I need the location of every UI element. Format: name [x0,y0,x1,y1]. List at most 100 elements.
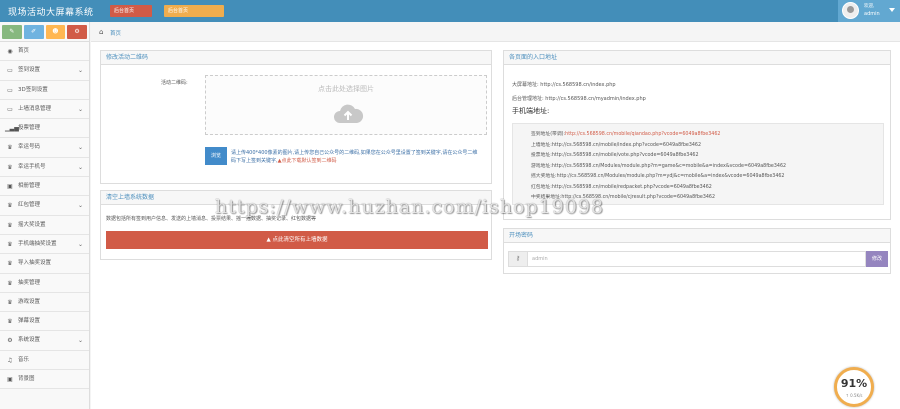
sidebar-item-label: 首页 [18,48,30,54]
mobile-address-label: 投票地址: [531,153,552,158]
signal-icon[interactable]: ✎ [2,25,22,39]
sidebar-item[interactable]: ♛ 手机端抽奖设置 ⌄ [0,234,89,255]
sidebar-item[interactable]: ▣ 相册管理 [0,177,89,197]
mobile-address-label: 红包地址: [531,184,552,190]
cogs-icon[interactable]: ⚙ [67,25,87,39]
screen-address: 大屏幕地址: http://cs.568598.cn/index.php [512,81,616,88]
sidebar-item[interactable]: ♛ 红包管理 ⌄ [0,196,89,216]
sidebar-item[interactable]: ♛ 幸运手机号 ⌄ [0,157,89,178]
mobile-address-label: 摇大奖地址: [531,174,557,179]
music-icon: ♫ [7,356,13,364]
sidebar-item-label: 手机端抽奖设置 [18,240,57,247]
chevron-down-icon: ⌄ [77,163,83,171]
qr-field-label: 活动二维码: [161,80,188,86]
user-name: admin [864,11,880,17]
sidebar-item-label: 3D签到设置 [18,86,48,93]
secondary-quick-button[interactable]: 后台首页 [164,5,224,17]
sidebar-item[interactable]: ♛ 抽奖管理 [0,273,89,293]
screen-address-url[interactable]: http://cs.568598.cn/index.php [540,82,615,88]
trophy-icon: ♛ [7,202,13,210]
sidebar-item[interactable]: ♛ 摇大奖设置 [0,215,89,235]
qr-code-panel: 修改活动二维码 活动二维码: 点击此处选择图片 浏览 请上传400*400像素的… [100,50,492,184]
chevron-down-icon: ⌄ [77,144,83,152]
password-panel-title: 开场密码 [504,229,890,243]
mobile-address-url[interactable]: http://cs.568598.cn/Modules/module.php?m… [552,164,786,169]
sidebar-item[interactable]: ♛ 幸运号码 ⌄ [0,138,89,158]
sidebar-item[interactable]: ▭ 3D签到设置 [0,80,89,100]
sidebar-item[interactable]: ♛ 弹幕设置 [0,312,89,332]
mobile-address-list: 签到地址(带调):http://cs.568598.cn/mobile/qian… [512,123,884,205]
trophy-icon: ♛ [7,298,13,306]
sidebar-item-label: 导入抽奖设置 [18,260,52,267]
mobile-address-url[interactable]: http://cs.568598.cn/Modules/module.php?m… [557,174,785,179]
user-menu[interactable]: 欢迎, admin [838,0,900,22]
sidebar-item-label: 幸运手机号 [18,163,46,170]
trophy-icon: ♛ [7,163,13,171]
sidebar-item-label: 幸运号码 [18,144,41,151]
sidebar-item[interactable]: ▁▃▅ 投票管理 [0,119,89,139]
chevron-down-icon: ⌄ [77,202,83,210]
mobile-address-url[interactable]: http://cs.568598.cn/mobile/vote.php?vcod… [552,153,699,158]
home-quick-button[interactable]: 后台首页 [110,5,152,17]
screen-address-label: 大屏幕地址: [512,82,539,88]
qr-panel-title: 修改活动二维码 [101,51,491,65]
mobile-address-url[interactable]: http://cs.568598.cn/mobile/qiandao.php?v… [565,132,720,137]
sidebar-item-label: 相册管理 [18,183,41,190]
address-panel-title: 各页面的入口地址 [504,51,890,65]
upload-hint: 请上传400*400像素的图片,请上传您自己公众号的二维码,如果您在公众号里设置… [231,149,481,165]
mobile-address-row: 红包地址:http://cs.568598.cn/mobile/redpacke… [531,183,712,190]
mobile-address-row: 投票地址:http://cs.568598.cn/mobile/vote.php… [531,151,699,158]
sidebar-item-label: 弹幕设置 [18,318,41,325]
mobile-address-url[interactable]: http://cs.568598.cn/mobile/redpacket.php… [552,185,712,190]
sidebar-item-label: 摇大奖设置 [18,221,46,228]
mobile-address-row: 游戏地址:http://cs.568598.cn/Modules/module.… [531,162,786,169]
picture-icon: ▣ [7,376,13,384]
key-icon: ⚷ [508,251,528,267]
sidebar-item[interactable]: ♛ 游戏设置 [0,292,89,313]
speed-rate: ↑ 0.5K/s [845,393,863,398]
trophy-icon: ♛ [7,318,13,326]
pencil-icon[interactable]: ✐ [23,25,44,39]
chevron-down-icon: ⌄ [77,337,83,345]
mobile-address-label: 游戏地址: [531,163,552,169]
sidebar-nav: ◉ 首页 ▭ 签到设置 ⌄ ▭ 3D签到设置 ▭ 上墙消息管理 ⌄ ▁▃▅ 投票管理 ♛ 幸运号码 ⌄ ♛ 幸运… [0,42,89,390]
home-icon: ⌂ [99,28,104,36]
upload-prompt: 点击此处选择图片 [318,85,374,93]
users-icon[interactable]: ☻ [45,25,66,39]
sidebar-item[interactable]: ♛ 导入抽奖设置 [0,254,89,274]
admin-address-url[interactable]: http://cs.568598.cn/myadmin/index.php [545,96,646,102]
mobile-address-row: 摇大奖地址:http://cs.568598.cn/Modules/module… [531,172,785,179]
admin-address-label: 后台管理地址: [512,96,544,102]
image-upload-area[interactable]: 点击此处选择图片 [205,75,487,135]
sidebar-item[interactable]: ▭ 上墙消息管理 ⌄ [0,99,89,120]
mobile-address-url[interactable]: http://cs.568598.cn/mobile/index.php?vco… [552,143,701,148]
chevron-down-icon: ⌄ [77,240,83,248]
sidebar-item[interactable]: ▭ 签到设置 ⌄ [0,61,89,81]
sidebar-item-label: 系统设置 [18,337,41,344]
desktop-icon: ▭ [7,105,13,113]
chevron-down-icon: ⌄ [77,67,83,75]
mobile-address-row: 上墙地址:http://cs.568598.cn/mobile/index.ph… [531,141,701,148]
trophy-icon: ♛ [7,279,13,287]
breadcrumb-home[interactable]: 首页 [110,29,121,37]
mobile-address-row: 签到地址(带调):http://cs.568598.cn/mobile/qian… [531,130,720,137]
picture-icon: ▣ [7,183,13,191]
trophy-icon: ♛ [7,144,13,152]
breadcrumb: ⌂ 首页 [91,22,900,42]
download-default-qr-link[interactable]: ▲点此下载默认签到二维码 [278,158,337,164]
sidebar-item[interactable]: ♫ 音乐 [0,350,89,371]
gear-icon: ⚙ [7,337,13,345]
sidebar-item-label: 签到设置 [18,67,41,74]
clear-data-button[interactable]: ▲ 点此清空所有上墙数据 [106,231,488,249]
sidebar-item[interactable]: ▣ 背景图 [0,370,89,390]
sidebar-item[interactable]: ◉ 首页 [0,42,89,62]
upload-hint-text: 请上传400*400像素的图片,请上传您自己公众号的二维码,如果您在公众号里设置… [231,150,478,164]
browse-button[interactable]: 浏览 [205,147,227,165]
password-input[interactable]: admin [528,251,866,267]
sidebar-item[interactable]: ⚙ 系统设置 ⌄ [0,331,89,351]
mobile-address-title: 手机端地址: [512,107,550,115]
sidebar-item-label: 上墙消息管理 [18,105,52,112]
speed-percent: 91% [840,377,868,390]
password-submit-button[interactable]: 修改 [866,251,888,267]
sidebar-shortcuts: ✎ ✐ ☻ ⚙ [0,22,89,42]
